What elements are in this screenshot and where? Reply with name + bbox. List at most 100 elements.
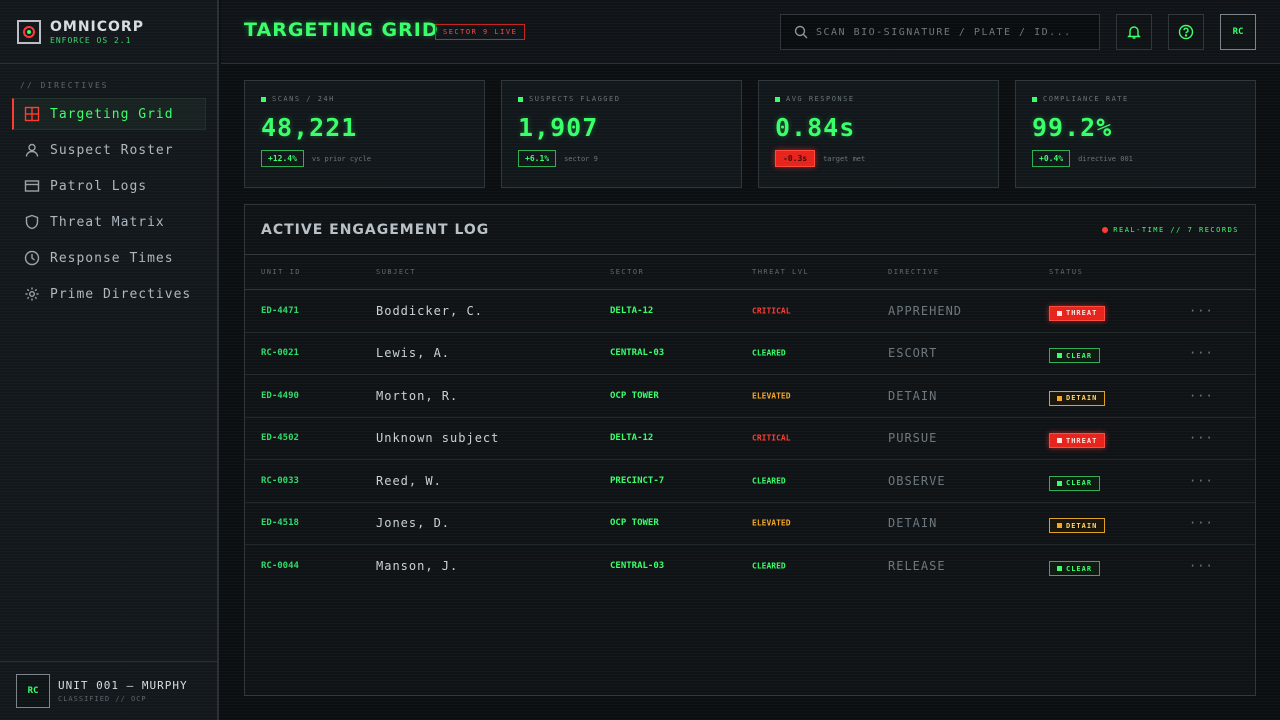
status-cell: DETAIN	[1049, 386, 1106, 406]
stat-value: 99.2%	[1032, 113, 1113, 142]
more-actions-icon[interactable]: ···	[1189, 474, 1214, 488]
status-cell: THREAT	[1049, 301, 1106, 321]
directive-cell: APPREHEND	[888, 303, 963, 318]
sidebar-item-targeting-grid[interactable]: Targeting Grid	[12, 98, 206, 130]
unit-id-cell[interactable]: ED-4518	[261, 518, 299, 528]
more-actions-icon[interactable]: ···	[1189, 346, 1214, 360]
status-badge: CLEAR	[1049, 348, 1101, 364]
column-header-directive[interactable]: DIRECTIVE	[888, 268, 939, 276]
stat-delta: -0.3s	[775, 150, 816, 167]
threat-level-cell: CRITICAL	[752, 433, 791, 443]
table-header: UNIT ID SUBJECT SECTOR THREAT LVL DIRECT…	[245, 255, 1255, 290]
more-actions-icon[interactable]: ···	[1189, 516, 1214, 530]
header-avatar[interactable]: RC	[1220, 14, 1256, 50]
more-actions-icon[interactable]: ···	[1189, 559, 1214, 573]
table-row[interactable]: RC-0021 Lewis, A. CENTRAL-03 CLEARED ESCORT C…	[245, 333, 1255, 375]
stat-note: target met	[823, 154, 866, 163]
threat-level-cell: CLEARED	[752, 348, 786, 358]
table-row[interactable]: ED-4490 Morton, R. OCP TOWER ELEVATED DETAIN…	[245, 375, 1255, 418]
threat-level-cell: CLEARED	[752, 561, 786, 571]
sidebar-item-suspect-roster[interactable]: Suspect Roster	[12, 134, 206, 166]
help-button[interactable]	[1168, 14, 1204, 50]
stat-card-response: AVG RESPONSE 0.84s -0.3s target met	[758, 80, 999, 188]
search-input[interactable]	[816, 26, 1086, 38]
grid-icon	[24, 106, 40, 122]
table-row[interactable]: ED-4471 Boddicker, C. DELTA-12 CRITICAL APPR…	[245, 290, 1255, 333]
table-row[interactable]: RC-0044 Manson, J. CENTRAL-03 CLEARED RELEAS…	[245, 545, 1255, 588]
subject-cell: Morton, R.	[376, 388, 459, 403]
directive-cell: DETAIN	[888, 388, 938, 403]
status-cell: DETAIN	[1049, 513, 1106, 534]
status-cell: CLEAR	[1049, 471, 1101, 491]
brand: OMNICORP ENFORCE OS 2.1	[0, 0, 217, 64]
bell-icon	[1127, 26, 1141, 39]
sidebar-item-prime-directives[interactable]: Prime Directives	[12, 278, 206, 310]
help-icon	[1178, 24, 1194, 40]
sector-cell: CENTRAL-03	[610, 561, 665, 572]
sector-cell: DELTA-12	[610, 433, 654, 444]
sidebar-item-label: Patrol Logs	[50, 178, 148, 194]
status-badge: DETAIN	[1049, 518, 1106, 534]
more-actions-icon[interactable]: ···	[1189, 304, 1214, 318]
search-bar[interactable]	[780, 14, 1100, 50]
column-header-status[interactable]: STATUS	[1049, 268, 1083, 276]
unit-id-cell[interactable]: ED-4471	[261, 306, 299, 316]
stat-note: vs prior cycle	[311, 154, 371, 163]
status-badge: SECTOR 9 LIVE	[435, 24, 526, 40]
unit-id-cell[interactable]: RC-0021	[261, 348, 299, 358]
column-header-subject[interactable]: SUBJECT	[376, 268, 416, 276]
stat-label: SCANS / 24H	[261, 95, 468, 103]
more-actions-icon[interactable]: ···	[1189, 431, 1214, 445]
sidebar-item-threat-matrix[interactable]: Threat Matrix	[12, 206, 206, 238]
column-header-sector[interactable]: SECTOR	[610, 268, 644, 276]
table-row[interactable]: ED-4502 Unknown subject DELTA-12 CRITICAL PU…	[245, 418, 1255, 460]
sidebar-item-label: Prime Directives	[50, 286, 192, 302]
sidebar-item-label: Suspect Roster	[50, 142, 174, 158]
sidebar-item-response-times[interactable]: Response Times	[12, 242, 206, 274]
stat-card-scans: SCANS / 24H 48,221 +12.4% vs prior cycle	[244, 80, 485, 188]
stat-note: directive 001	[1078, 154, 1133, 163]
unit-id-cell[interactable]: RC-0033	[261, 476, 299, 486]
gear-icon	[25, 287, 39, 301]
stat-label: AVG RESPONSE	[775, 95, 982, 103]
sector-cell: DELTA-12	[610, 305, 654, 316]
table-title: ACTIVE ENGAGEMENT LOG	[261, 222, 490, 238]
page-title: TARGETING GRID	[244, 19, 439, 41]
status-cell: THREAT	[1049, 428, 1106, 449]
section-label: // DIRECTIVES	[20, 81, 109, 90]
sidebar-item-patrol-logs[interactable]: Patrol Logs	[12, 170, 206, 202]
status-badge: CLEAR	[1049, 561, 1101, 577]
user-name: UNIT 001 — MURPHY	[58, 679, 188, 692]
shield-icon	[25, 214, 39, 230]
brand-name: OMNICORP	[50, 18, 144, 35]
notifications-button[interactable]	[1116, 14, 1152, 50]
sidebar-item-label: Threat Matrix	[50, 214, 165, 230]
unit-id-cell[interactable]: RC-0044	[261, 561, 299, 571]
stat-delta: +6.1%	[518, 150, 557, 167]
column-header-unit-id[interactable]: UNIT ID	[261, 268, 301, 276]
stat-value: 1,907	[518, 113, 599, 142]
status-cell: CLEAR	[1049, 343, 1101, 364]
table-row[interactable]: RC-0033 Reed, W. PRECINCT-7 CLEARED OBSERVE C…	[245, 460, 1255, 503]
top-header: TARGETING GRID SECTOR 9 LIVE RC	[221, 0, 1280, 64]
threat-level-cell: CLEARED	[752, 476, 786, 486]
directive-cell: OBSERVE	[888, 473, 946, 488]
more-actions-icon[interactable]: ···	[1189, 389, 1214, 403]
directive-cell: ESCORT	[888, 346, 938, 361]
table-body: ED-4471 Boddicker, C. DELTA-12 CRITICAL APPR…	[245, 290, 1255, 588]
column-header-threat[interactable]: THREAT LVL	[752, 268, 809, 276]
avatar: RC	[16, 674, 50, 708]
unit-id-cell[interactable]: ED-4490	[261, 391, 299, 401]
user-subtitle: CLASSIFIED // OCP	[58, 695, 147, 703]
status-badge: CLEAR	[1049, 475, 1101, 491]
subject-cell: Reed, W.	[376, 473, 442, 488]
status-badge: THREAT	[1049, 305, 1106, 321]
user-profile[interactable]: RC UNIT 001 — MURPHY CLASSIFIED // OCP	[0, 661, 217, 720]
engagement-log-table: ACTIVE ENGAGEMENT LOG REAL-TIME // 7 REC…	[244, 204, 1256, 696]
clock-icon	[24, 250, 40, 266]
unit-id-cell[interactable]: ED-4502	[261, 433, 299, 443]
status-badge: THREAT	[1049, 433, 1106, 449]
sector-cell: OCP TOWER	[610, 390, 659, 401]
table-row[interactable]: ED-4518 Jones, D. OCP TOWER ELEVATED DETAIN D…	[245, 503, 1255, 545]
sidebar-item-label: Targeting Grid	[50, 106, 174, 122]
